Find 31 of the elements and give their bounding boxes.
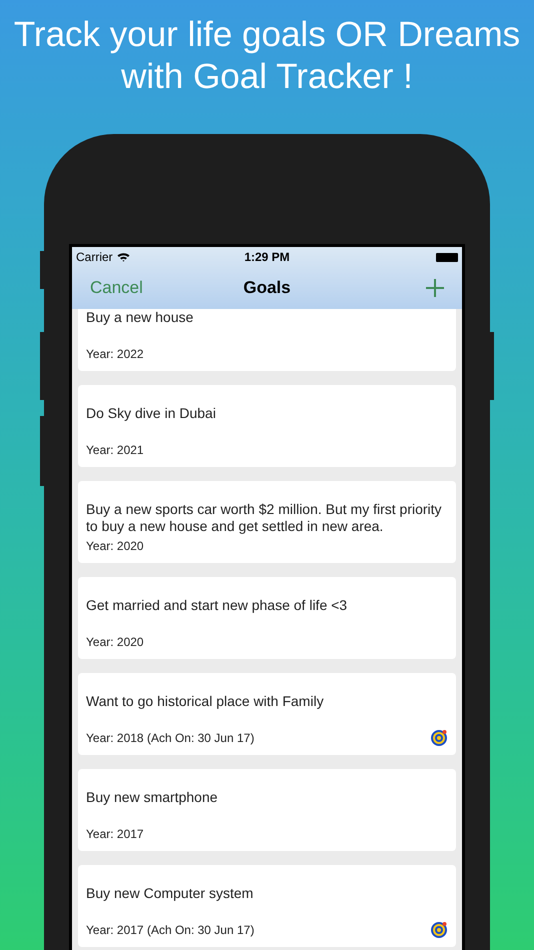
- goal-card[interactable]: Buy a new house Year: 2022: [78, 309, 456, 371]
- goal-title: Buy new Computer system: [86, 885, 254, 902]
- goal-title: Buy a new house: [86, 309, 194, 326]
- goal-title: Buy a new sports car worth $2 million. But my first priority to buy a new house and get settled in new area.: [86, 501, 443, 535]
- goal-title: Do Sky dive in Dubai: [86, 405, 217, 422]
- goal-year: Year: 2017: [86, 826, 144, 843]
- goal-year: Year: 2018 (Ach On: 30 Jun 17): [86, 730, 254, 747]
- goal-card[interactable]: Buy new Computer system Year: 2017 (Ach On: 30 Jun 17): [78, 865, 456, 947]
- goal-year: Year: 2017 (Ach On: 30 Jun 17): [86, 922, 254, 939]
- goal-year: Year: 2020: [86, 634, 144, 651]
- goal-card[interactable]: Buy new smartphone Year: 2017: [78, 769, 456, 851]
- status-time: 1:29 PM: [244, 249, 290, 266]
- goal-card[interactable]: Want to go historical place with Family Year: 2018 (Ach On: 30 Jun 17): [78, 673, 456, 755]
- goal-year: Year: 2020: [86, 538, 144, 555]
- carrier-label: Carrier: [76, 249, 113, 266]
- goal-title: Get married and start new phase of life <3: [86, 597, 348, 614]
- headline: Track your life goals OR Dreams with Goal Tracker !: [12, 14, 522, 98]
- target-icon: [430, 729, 448, 747]
- goal-year: Year: 2021: [86, 442, 144, 459]
- add-button[interactable]: [426, 279, 444, 297]
- goal-year: Year: 2022: [86, 346, 144, 363]
- screen-title: Goals: [243, 277, 291, 300]
- goal-card[interactable]: Do Sky dive in Dubai Year: 2021: [78, 385, 456, 467]
- goal-title: Buy new smartphone: [86, 789, 219, 806]
- battery-icon: [436, 252, 458, 262]
- goal-title: Want to go historical place with Family: [86, 693, 325, 710]
- target-icon: [430, 921, 448, 939]
- wifi-icon: [116, 252, 130, 262]
- goal-card[interactable]: Buy a new sports car worth $2 million. But my first priority to buy a new house and get settled in new area. Year: 2020: [78, 481, 456, 563]
- plus-icon: [426, 279, 444, 297]
- goal-card[interactable]: Get married and start new phase of life <3 Year: 2020: [78, 577, 456, 659]
